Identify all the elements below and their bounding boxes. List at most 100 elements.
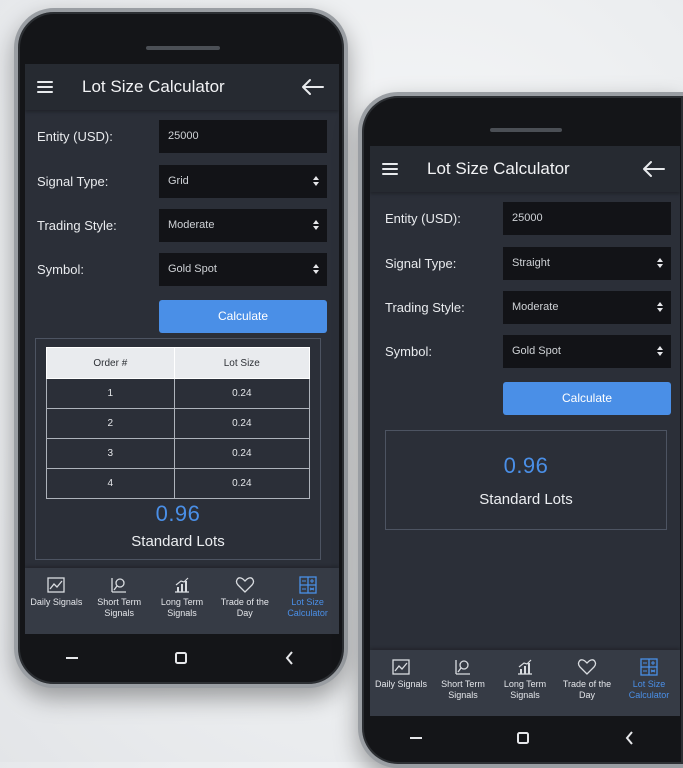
order-number: 4 bbox=[46, 468, 175, 499]
trading-style-select[interactable]: Moderate bbox=[503, 291, 671, 324]
nav-label: Short Term Signals bbox=[97, 597, 142, 618]
nav-label: Short Term Signals bbox=[441, 679, 485, 700]
lot-size-value: 0.24 bbox=[173, 408, 311, 439]
entity-row: Entity (USD): 25000 bbox=[37, 120, 339, 153]
back-arrow-icon[interactable] bbox=[299, 77, 325, 97]
nav-long-term-signals[interactable]: Long Term Signals bbox=[494, 650, 556, 716]
magnifier-chart-icon bbox=[111, 578, 127, 593]
calculate-button[interactable]: Calculate bbox=[503, 382, 671, 415]
select-arrows-icon bbox=[313, 176, 319, 187]
trading-style-select[interactable]: Moderate bbox=[159, 209, 327, 242]
growth-chart-icon bbox=[174, 577, 189, 593]
result-panel: 0.96 Standard Lots bbox=[385, 430, 667, 530]
order-number: 2 bbox=[46, 408, 175, 439]
nav-trade-of-the-day[interactable]: Trade of the Day bbox=[556, 650, 618, 716]
heart-icon bbox=[235, 577, 254, 593]
symbol-label: Symbol: bbox=[37, 262, 84, 277]
earpiece-speaker bbox=[490, 128, 562, 132]
trading-style-label: Trading Style: bbox=[385, 300, 465, 315]
lot-size-value: 0.24 bbox=[173, 438, 311, 469]
table-row: 2 0.24 bbox=[46, 408, 311, 439]
result-panel: Order # Lot Size 1 0.24 2 0.24 3 0.24 4 0.24… bbox=[35, 338, 321, 560]
lot-size-value: 0.24 bbox=[173, 378, 311, 409]
signal-type-row: Signal Type: Grid bbox=[37, 165, 339, 198]
lot-size-value: 0.24 bbox=[173, 468, 311, 499]
result-unit-label: Standard Lots bbox=[131, 533, 225, 550]
phone-right: Lot Size Calculator Entity (USD): 25000 … bbox=[358, 92, 683, 768]
nav-lot-size-calculator[interactable]: Lot Size Calculator bbox=[618, 650, 680, 716]
bottom-navigation: Daily Signals Short Term Signals Long Te… bbox=[370, 650, 680, 716]
calculate-button[interactable]: Calculate bbox=[159, 300, 327, 333]
nav-short-term-signals[interactable]: Short Term Signals bbox=[432, 650, 494, 716]
signal-type-select[interactable]: Grid bbox=[159, 165, 327, 198]
entity-row: Entity (USD): 25000 bbox=[385, 202, 680, 235]
recents-icon[interactable] bbox=[407, 729, 425, 747]
calculator-icon bbox=[640, 658, 658, 676]
trading-style-label: Trading Style: bbox=[37, 218, 117, 233]
entity-input[interactable]: 25000 bbox=[159, 120, 327, 153]
nav-trade-of-the-day[interactable]: Trade of the Day bbox=[213, 568, 276, 634]
system-navigation-bar bbox=[18, 636, 344, 680]
trading-style-row: Trading Style: Moderate bbox=[385, 291, 680, 324]
order-number: 3 bbox=[46, 438, 175, 469]
hamburger-menu-icon[interactable] bbox=[382, 163, 398, 175]
signal-type-row: Signal Type: Straight bbox=[385, 247, 680, 280]
app-title: Lot Size Calculator bbox=[427, 159, 570, 178]
heart-icon bbox=[577, 659, 597, 675]
select-arrows-icon bbox=[657, 346, 663, 357]
table-header-row: Order # Lot Size bbox=[46, 347, 311, 379]
result-value: 0.96 bbox=[155, 501, 201, 526]
nav-label: Long Term Signals bbox=[160, 597, 204, 618]
nav-short-term-signals[interactable]: Short Term Signals bbox=[88, 568, 151, 634]
symbol-row: Symbol: Gold Spot bbox=[37, 253, 339, 286]
result-unit-label: Standard Lots bbox=[479, 491, 573, 508]
chart-icon bbox=[47, 577, 66, 593]
bottom-navigation: Daily Signals Short Term Signals Long Te… bbox=[25, 568, 339, 634]
select-arrows-icon bbox=[657, 258, 663, 269]
table-row: 3 0.24 bbox=[46, 438, 311, 469]
entity-label: Entity (USD): bbox=[385, 211, 461, 226]
signal-type-select[interactable]: Straight bbox=[503, 247, 671, 280]
symbol-select[interactable]: Gold Spot bbox=[159, 253, 327, 286]
table-row: 1 0.24 bbox=[46, 378, 311, 409]
table-row: 4 0.24 bbox=[46, 468, 311, 499]
growth-chart-icon bbox=[518, 659, 532, 675]
signal-type-label: Signal Type: bbox=[385, 256, 457, 271]
lot-size-column-header: Lot Size bbox=[173, 347, 311, 379]
hamburger-menu-icon[interactable] bbox=[37, 81, 53, 93]
app-screen: Lot Size Calculator Entity (USD): 25000 … bbox=[25, 64, 339, 634]
nav-label: Trade of the Day bbox=[562, 679, 612, 700]
nav-label: Long Term Signals bbox=[503, 679, 547, 700]
home-icon[interactable] bbox=[172, 649, 190, 667]
symbol-select[interactable]: Gold Spot bbox=[503, 335, 671, 368]
symbol-label: Symbol: bbox=[385, 344, 432, 359]
app-bar: Lot Size Calculator bbox=[25, 64, 339, 110]
nav-label: Daily Signals bbox=[30, 597, 83, 607]
nav-daily-signals[interactable]: Daily Signals bbox=[370, 650, 432, 716]
nav-label: Lot Size Calculator bbox=[628, 679, 670, 700]
select-arrows-icon bbox=[313, 264, 319, 275]
nav-lot-size-calculator[interactable]: Lot Size Calculator bbox=[276, 568, 339, 634]
back-icon[interactable] bbox=[621, 729, 639, 747]
nav-long-term-signals[interactable]: Long Term Signals bbox=[151, 568, 214, 634]
phone-left: Lot Size Calculator Entity (USD): 25000 … bbox=[14, 8, 348, 688]
recents-icon[interactable] bbox=[63, 649, 81, 667]
app-screen: Lot Size Calculator Entity (USD): 25000 … bbox=[370, 146, 680, 716]
result-value: 0.96 bbox=[503, 453, 549, 478]
signal-type-label: Signal Type: bbox=[37, 174, 109, 189]
order-column-header: Order # bbox=[46, 347, 175, 379]
app-bar: Lot Size Calculator bbox=[370, 146, 680, 192]
back-arrow-icon[interactable] bbox=[640, 159, 666, 179]
nav-label: Trade of the Day bbox=[220, 597, 269, 618]
entity-input[interactable]: 25000 bbox=[503, 202, 671, 235]
back-icon[interactable] bbox=[281, 649, 299, 667]
trading-style-row: Trading Style: Moderate bbox=[37, 209, 339, 242]
magnifier-chart-icon bbox=[455, 660, 470, 675]
home-icon[interactable] bbox=[514, 729, 532, 747]
nav-daily-signals[interactable]: Daily Signals bbox=[25, 568, 88, 634]
lot-table: Order # Lot Size 1 0.24 2 0.24 3 0.24 4 0.24 bbox=[46, 347, 311, 499]
nav-label: Lot Size Calculator bbox=[287, 597, 328, 618]
entity-label: Entity (USD): bbox=[37, 129, 113, 144]
select-arrows-icon bbox=[657, 302, 663, 313]
order-number: 1 bbox=[46, 378, 175, 409]
